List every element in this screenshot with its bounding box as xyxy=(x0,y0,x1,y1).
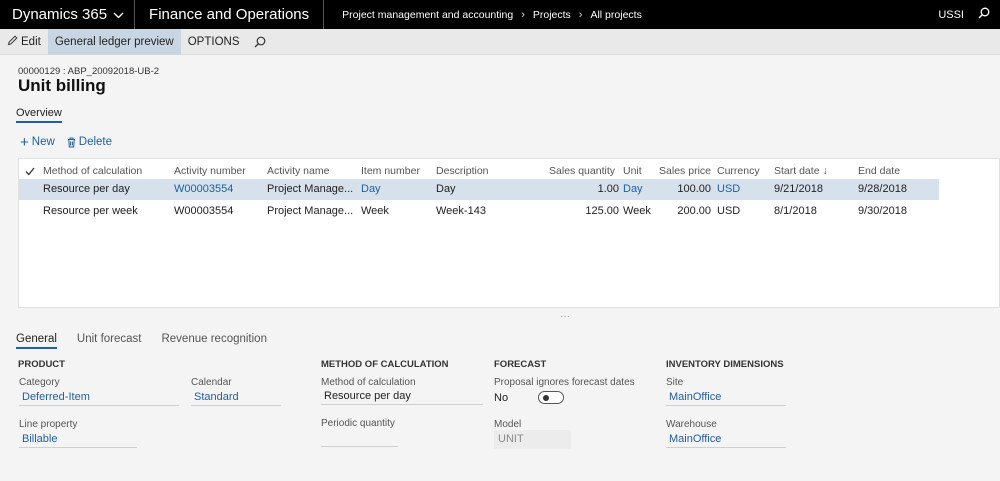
table-row[interactable]: Resource per week W00003554 Project Mana… xyxy=(19,201,939,222)
cell-description[interactable]: Week-143 xyxy=(436,201,486,222)
table-row[interactable]: Resource per day W00003554 Project Manag… xyxy=(19,179,939,200)
periodic-quantity-label: Periodic quantity xyxy=(321,418,395,429)
category-field[interactable]: Deferred-Item xyxy=(19,389,179,406)
chevron-right-icon: › xyxy=(578,8,583,21)
delete-button[interactable]: Delete xyxy=(67,136,112,148)
options-tab[interactable]: OPTIONS xyxy=(181,29,247,55)
section-heading-product: PRODUCT xyxy=(18,359,65,370)
cell-activity-number[interactable]: W00003554 xyxy=(174,201,233,222)
cell-currency[interactable]: USD xyxy=(717,201,740,222)
method-label: Method of calculation xyxy=(321,377,416,388)
product-switcher[interactable]: Dynamics 365 xyxy=(0,0,134,29)
cell-currency[interactable]: USD xyxy=(717,179,740,200)
cell-start-date[interactable]: 8/1/2018 xyxy=(774,201,817,222)
calendar-field[interactable]: Standard xyxy=(191,389,281,406)
trash-icon xyxy=(67,137,76,148)
breadcrumb-item-projects[interactable]: Projects xyxy=(533,9,571,21)
pane-splitter[interactable]: ··· xyxy=(560,311,570,322)
line-property-field[interactable]: Billable xyxy=(19,431,137,448)
proposal-ignores-value: No xyxy=(494,392,509,404)
chevron-right-icon: › xyxy=(521,8,525,21)
breadcrumb: Project management and accounting › Proj… xyxy=(324,9,642,21)
calendar-label: Calendar xyxy=(191,377,232,388)
cell-sales-quantity[interactable]: 1.00 xyxy=(529,179,619,200)
tab-general[interactable]: General xyxy=(16,333,57,349)
search-icon[interactable] xyxy=(247,29,273,55)
new-label: New xyxy=(31,136,55,148)
breadcrumb-item-all-projects[interactable]: All projects xyxy=(590,9,641,21)
search-icon[interactable] xyxy=(978,7,990,22)
pencil-icon xyxy=(7,34,18,49)
warehouse-label: Warehouse xyxy=(666,419,717,430)
cell-unit[interactable]: Week xyxy=(623,201,651,222)
model-field: UNIT xyxy=(494,430,571,449)
detail-tabs: General Unit forecast Revenue recognitio… xyxy=(16,333,267,349)
cell-activity-number[interactable]: W00003554 xyxy=(174,179,233,200)
site-label: Site xyxy=(666,377,684,388)
section-heading-inventory: INVENTORY DIMENSIONS xyxy=(666,359,784,370)
cell-activity-name[interactable]: Project Manage... xyxy=(267,201,353,222)
product-name: Dynamics 365 xyxy=(12,6,108,23)
proposal-ignores-label: Proposal ignores forecast dates xyxy=(494,377,635,388)
cell-description[interactable]: Day xyxy=(436,179,456,200)
cell-method[interactable]: Resource per week xyxy=(43,201,138,222)
cell-item-number[interactable]: Week xyxy=(361,201,389,222)
breadcrumb-item-module[interactable]: Project management and accounting xyxy=(342,9,513,21)
tab-overview[interactable]: Overview xyxy=(16,107,62,123)
general-ledger-preview-tab[interactable]: General ledger preview xyxy=(47,28,181,55)
section-heading-method: METHOD OF CALCULATION xyxy=(321,359,449,370)
new-button[interactable]: + New xyxy=(20,133,55,151)
proposal-ignores-toggle[interactable] xyxy=(538,391,564,404)
tab-revenue-recognition[interactable]: Revenue recognition xyxy=(161,333,267,349)
unit-billing-grid: Method of calculation Activity number Ac… xyxy=(18,158,1000,308)
section-heading-forecast: FORECAST xyxy=(494,359,547,370)
edit-label: Edit xyxy=(21,35,41,48)
top-navigation-bar: Dynamics 365 Finance and Operations Proj… xyxy=(0,0,1000,29)
site-field[interactable]: MainOffice xyxy=(666,389,786,406)
method-field[interactable]: Resource per day xyxy=(321,388,483,405)
cell-start-date[interactable]: 9/21/2018 xyxy=(774,179,823,200)
toggle-knob xyxy=(543,395,549,401)
plus-icon: + xyxy=(20,133,29,151)
chevron-down-icon xyxy=(113,6,124,23)
cell-sales-quantity[interactable]: 125.00 xyxy=(529,201,619,222)
cell-unit[interactable]: Day xyxy=(623,179,643,200)
delete-label: Delete xyxy=(78,136,113,148)
cell-end-date[interactable]: 9/30/2018 xyxy=(858,201,907,222)
page-title: Unit billing xyxy=(18,76,106,95)
cell-activity-name[interactable]: Project Manage... xyxy=(267,179,353,200)
company-selector[interactable]: USSI xyxy=(938,9,964,21)
app-name: Finance and Operations xyxy=(149,6,310,23)
action-pane: Edit General ledger preview OPTIONS xyxy=(0,28,1000,55)
line-property-label: Line property xyxy=(19,419,78,430)
periodic-quantity-field[interactable] xyxy=(321,430,398,447)
cell-item-number[interactable]: Day xyxy=(361,179,381,200)
edit-button[interactable]: Edit xyxy=(0,29,48,55)
category-label: Category xyxy=(19,377,60,388)
cell-end-date[interactable]: 9/28/2018 xyxy=(858,179,907,200)
warehouse-field[interactable]: MainOffice xyxy=(666,431,786,448)
grid-toolbar: + New Delete xyxy=(20,133,112,151)
cell-sales-price[interactable]: 200.00 xyxy=(657,201,711,222)
model-label: Model xyxy=(494,419,522,430)
cell-sales-price[interactable]: 100.00 xyxy=(657,179,711,200)
tab-unit-forecast[interactable]: Unit forecast xyxy=(77,333,142,349)
cell-method[interactable]: Resource per day xyxy=(43,179,130,200)
